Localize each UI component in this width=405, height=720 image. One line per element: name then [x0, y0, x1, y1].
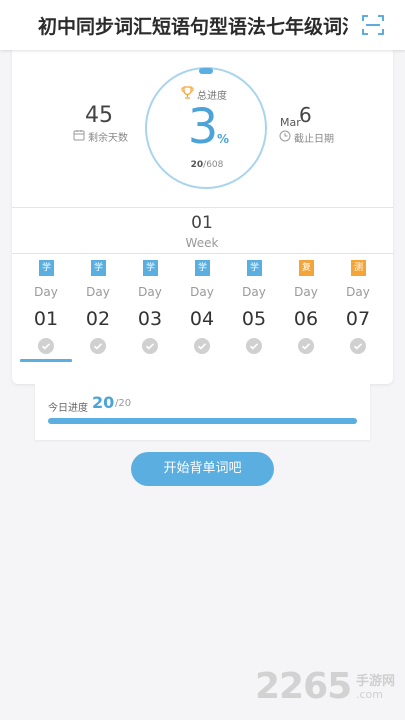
app-header: 初中同步词汇短语句型语法七年级词汇 — [0, 0, 405, 50]
day-label: Day — [138, 285, 162, 299]
day-type-badge: 学 — [247, 260, 262, 276]
day-number: 07 — [345, 308, 371, 330]
day-type-badge: 学 — [195, 260, 210, 276]
day-number: 03 — [137, 308, 163, 330]
day-number: 02 — [85, 308, 111, 330]
day-item[interactable]: 测 Day 07 — [332, 258, 384, 363]
day-number: 05 — [241, 308, 267, 330]
clock-icon — [279, 130, 291, 142]
section-divider — [12, 207, 393, 208]
days-left-label: 剩余天数 — [88, 133, 128, 144]
day-item[interactable]: 复 Day 06 — [280, 258, 332, 363]
total-words: /608 — [203, 160, 224, 170]
day-number: 04 — [189, 308, 215, 330]
day-number: 01 — [33, 308, 59, 330]
plan-card: 总进度 3 % 20/608 45 剩余天数 Mar 6 截止日期 01 Wee… — [12, 50, 393, 384]
today-progress-value: 20 — [92, 393, 115, 412]
today-progress-label: 今日进度 — [48, 403, 88, 414]
deadline-day: 6 — [299, 103, 312, 127]
week-number: 01 — [191, 213, 213, 233]
check-icon — [246, 338, 262, 354]
ring-progress-marker — [199, 68, 213, 74]
day-item[interactable]: 学 Day 03 — [124, 258, 176, 363]
calendar-icon — [73, 130, 85, 141]
deadline-month: Mar — [280, 116, 301, 129]
learned-words: 20 — [190, 160, 204, 170]
day-label: Day — [34, 285, 58, 299]
today-progress-bar — [48, 418, 357, 424]
check-icon — [194, 338, 210, 354]
day-type-badge: 学 — [91, 260, 106, 276]
day-label: Day — [190, 285, 214, 299]
deadline-label: 截止日期 — [294, 134, 334, 145]
day-item[interactable]: 学 Day 05 — [228, 258, 280, 363]
selected-day-indicator — [20, 359, 72, 362]
day-type-badge: 学 — [143, 260, 158, 276]
day-number: 06 — [293, 308, 319, 330]
watermark-logo: 2265 手游网 .com — [255, 666, 403, 712]
start-learning-button[interactable]: 开始背单词吧 — [131, 452, 274, 486]
today-progress-panel: 今日进度 20 /20 — [35, 384, 370, 440]
percent-sign: % — [217, 132, 230, 146]
day-type-badge: 测 — [351, 260, 366, 276]
learned-count: 20/608 — [172, 160, 242, 170]
day-type-badge: 复 — [299, 260, 314, 276]
day-label: Day — [294, 285, 318, 299]
day-item[interactable]: 学 Day 02 — [72, 258, 124, 363]
day-item[interactable]: 学 Day 04 — [176, 258, 228, 363]
scan-icon[interactable] — [362, 14, 384, 36]
page-title: 初中同步词汇短语句型语法七年级词汇 — [38, 16, 348, 38]
watermark-domain: .com — [356, 688, 383, 701]
check-icon — [298, 338, 314, 354]
day-item[interactable]: 学 Day 01 — [20, 258, 72, 363]
check-icon — [90, 338, 106, 354]
day-label: Day — [86, 285, 110, 299]
check-icon — [38, 338, 54, 354]
watermark-text: 手游网 — [356, 674, 396, 689]
check-icon — [350, 338, 366, 354]
day-label: Day — [242, 285, 266, 299]
day-label: Day — [346, 285, 370, 299]
day-type-badge: 学 — [39, 260, 54, 276]
week-divider — [12, 253, 393, 254]
check-icon — [142, 338, 158, 354]
days-left-value: 45 — [85, 103, 113, 128]
today-progress-fill — [48, 418, 357, 424]
today-progress-total: /20 — [115, 398, 132, 409]
watermark-number: 2265 — [255, 666, 352, 707]
week-label: Week — [185, 236, 219, 250]
trophy-icon — [181, 86, 194, 99]
